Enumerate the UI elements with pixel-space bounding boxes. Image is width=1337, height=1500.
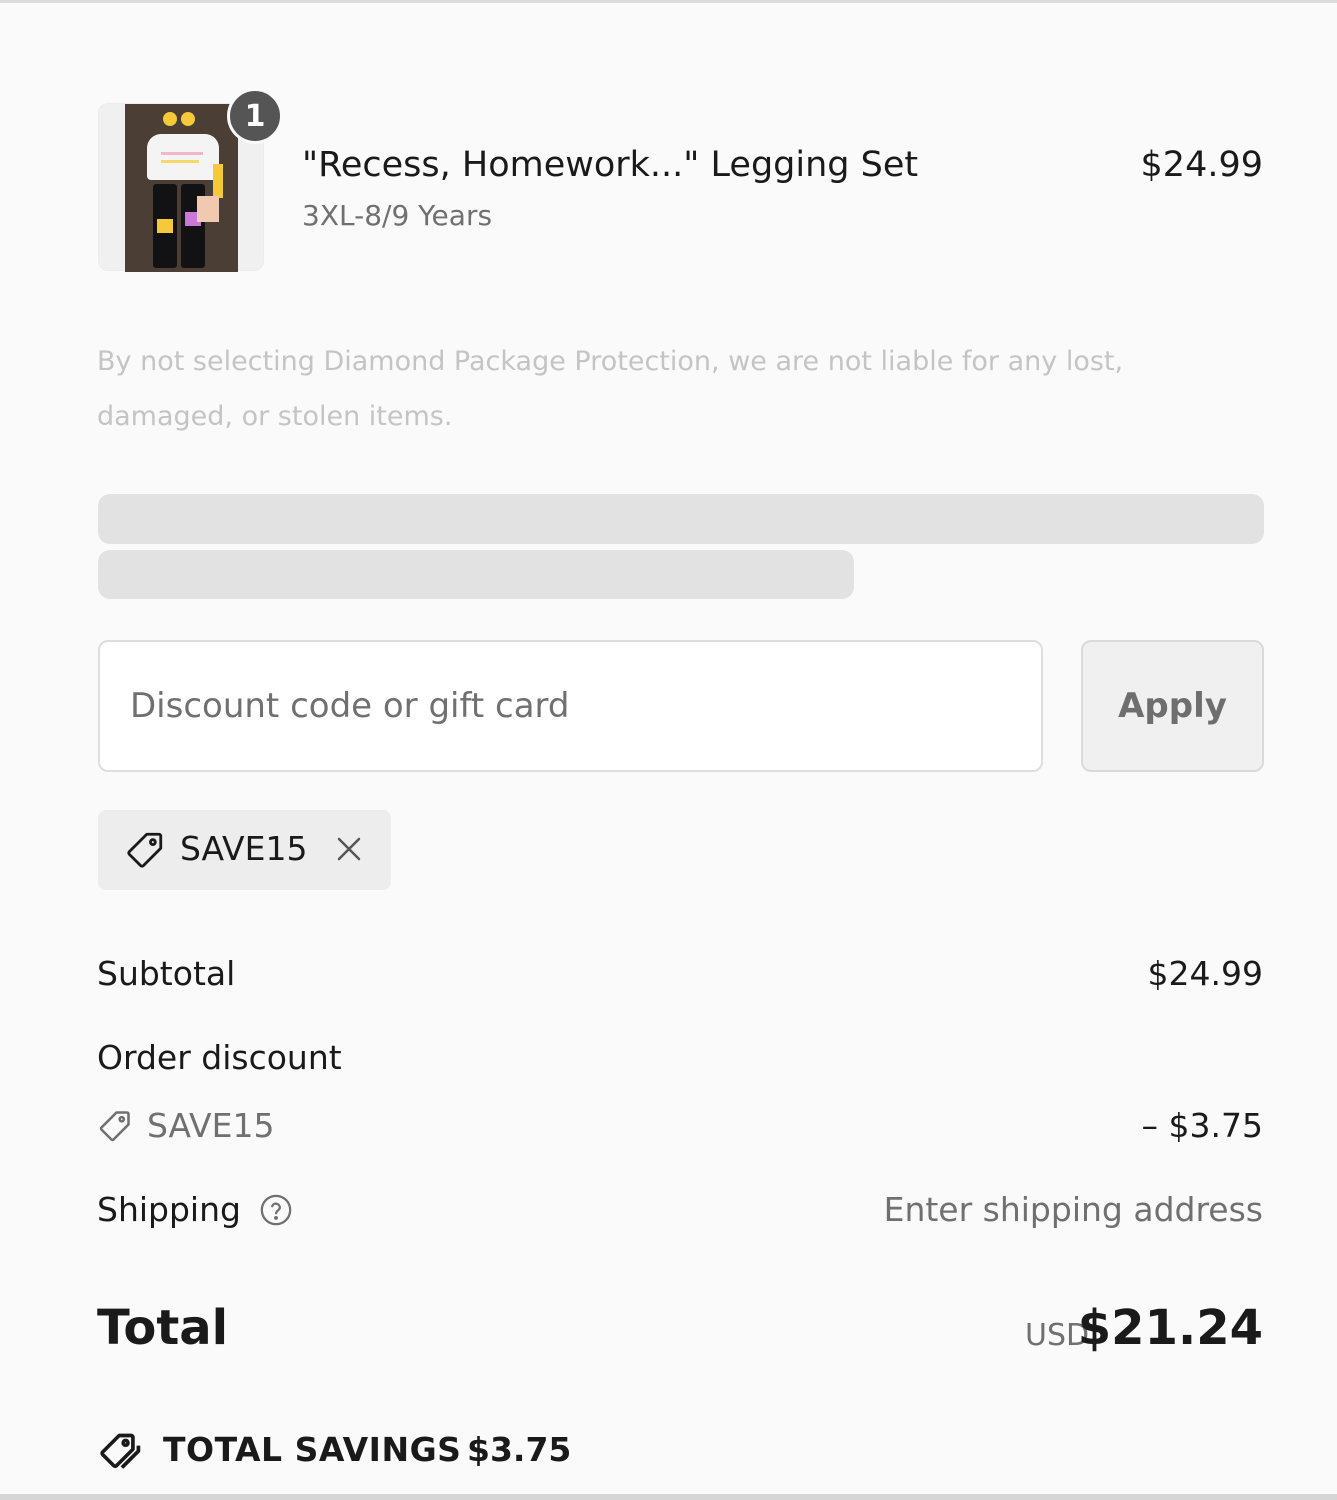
tag-icon [127, 832, 163, 868]
question-circle-icon[interactable] [259, 1193, 293, 1227]
total-savings-label: TOTAL SAVINGS [163, 1430, 462, 1469]
discount-code-input[interactable] [98, 640, 1043, 772]
loading-placeholder [98, 494, 1264, 544]
tag-icon [99, 1111, 130, 1142]
subtotal-value: $24.99 [1147, 954, 1263, 993]
subtotal-label: Subtotal [97, 954, 236, 993]
product-variant: 3XL-8/9 Years [302, 199, 493, 232]
shipping-label: Shipping [97, 1190, 241, 1229]
discount-code-label: SAVE15 [147, 1106, 275, 1145]
product-price: $24.99 [1140, 145, 1263, 185]
line-item: 1 "Recess, Homework..." Legging Set 3XL-… [98, 88, 1263, 272]
total-amount: $21.24 [1077, 1300, 1263, 1356]
top-divider [0, 0, 1337, 3]
bottom-divider [0, 1494, 1337, 1500]
total-savings-amount: $3.75 [467, 1430, 572, 1469]
apply-button[interactable]: Apply [1081, 640, 1264, 772]
applied-code-label: SAVE15 [180, 829, 308, 868]
product-title: "Recess, Homework..." Legging Set [302, 145, 919, 185]
quantity-badge: 1 [227, 88, 283, 144]
close-icon[interactable] [334, 834, 364, 864]
order-discount-label: Order discount [97, 1038, 342, 1077]
discount-value: – $3.75 [1141, 1106, 1263, 1145]
product-image [125, 104, 238, 272]
tags-icon [100, 1433, 141, 1469]
total-label: Total [97, 1300, 229, 1356]
shipping-value: Enter shipping address [883, 1190, 1263, 1229]
applied-code-chip: SAVE15 [98, 810, 391, 890]
protection-notice: By not selecting Diamond Package Protect… [97, 346, 1124, 432]
loading-placeholder [98, 550, 854, 599]
